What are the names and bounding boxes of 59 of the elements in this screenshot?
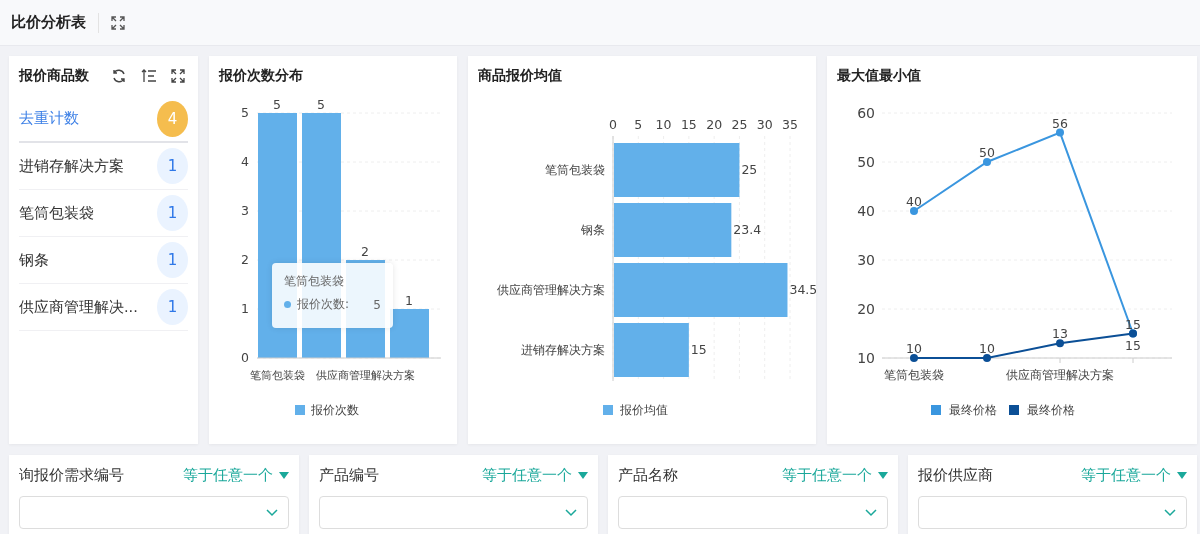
tooltip-label: 报价次数: [297,296,350,313]
bar-value-label: 34.5 [789,282,816,297]
tooltip-value: 5 [373,297,381,312]
point-value-label: 56 [1052,115,1068,131]
axis-tick-label: 20 [857,301,875,317]
legend-label: 报价均值 [620,403,668,417]
axis-tick-label: 30 [756,117,773,132]
bar-value-label: 5 [317,97,325,112]
axis-tick-label: 40 [857,203,875,219]
axis-tick-label: 50 [857,154,875,170]
bar-value-label: 25 [741,162,758,177]
axis-tick-label: 20 [706,117,723,132]
point-value-label: 13 [1052,326,1068,342]
axis-category-label: 笔筒包装袋 [545,163,605,177]
legend-label: 最终价格 [1027,403,1075,417]
point-value-label: 10 [979,341,995,356]
filter-label: 产品名称 [618,466,678,485]
axis-tick-label: 1 [241,301,249,316]
point-value-label: 15 [1125,337,1141,353]
axis-tick-label: 60 [857,105,875,121]
tooltip-title: 笔筒包装袋 [284,273,345,290]
axis-tick-label: 0 [609,117,617,132]
point-value-label: 10 [906,341,922,356]
bar-value-label: 5 [273,97,281,112]
card-title: 商品报价均值 [478,67,562,85]
axis-tick-label: 10 [857,350,875,366]
point-value-label: 50 [979,145,995,160]
legend-label: 报价次数 [311,403,359,417]
card-title: 报价商品数 [19,67,89,85]
card-title: 报价次数分布 [219,67,303,85]
axis-tick-label: 5 [241,105,249,120]
axis-tick-label: 2 [241,252,249,267]
axis-tick-label: 4 [241,154,249,169]
bar-value-label: 1 [405,293,413,308]
axis-category-label: 供应商管理解决方案 [1006,368,1114,382]
filter-label: 产品编号 [318,466,379,485]
axis-category-label: 供应商管理解决方案 [315,369,415,382]
axis-category-label: 供应商管理解决方案 [497,283,605,297]
axis-tick-label: 25 [731,117,748,132]
axis-category-label: 笔筒包装袋 [884,368,944,382]
bar-value-label: 23.4 [733,222,762,237]
axis-category-label: 笔筒包装袋 [249,369,305,382]
axis-tick-label: 35 [782,117,798,132]
point-value-label: 40 [906,194,922,209]
axis-tick-label: 15 [680,117,697,132]
axis-category-label: 进销存解决方案 [521,343,605,357]
axis-tick-label: 0 [241,350,249,365]
axis-tick-label: 30 [857,252,875,268]
axis-tick-label: 3 [241,203,249,218]
card-title: 最大值最小值 [837,67,921,85]
bar-value-label: 15 [690,342,707,357]
filter-label: 询报价需求编号 [19,466,124,485]
bar-value-label: 2 [361,244,369,259]
axis-category-label: 钢条 [581,223,605,237]
page-title: 比价分析表 [11,13,86,32]
legend-label: 最终价格 [949,403,997,417]
axis-tick-label: 5 [634,117,643,132]
filter-label: 报价供应商 [917,466,993,485]
axis-tick-label: 10 [655,117,672,132]
